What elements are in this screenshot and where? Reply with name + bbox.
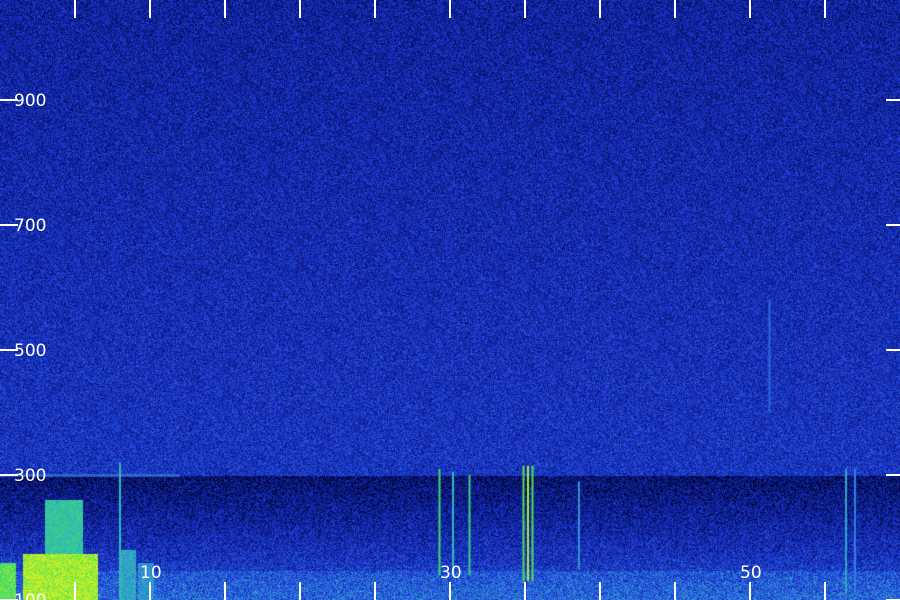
- x-tick-labels: 10 30 50: [140, 563, 762, 583]
- x-tick-label: 30: [440, 563, 462, 583]
- axis-overlay: 10 30 50 900 700 500 300 100: [0, 0, 900, 600]
- y-tick-label: 300: [14, 466, 46, 486]
- y-tick-label: 900: [14, 91, 46, 111]
- y-ticks-right: [886, 99, 900, 600]
- x-ticks-top: [74, 0, 826, 18]
- x-ticks-bottom: [74, 582, 826, 600]
- x-tick-label: 50: [740, 563, 762, 583]
- y-tick-labels: 900 700 500 300 100: [14, 91, 46, 600]
- y-tick-label: 500: [14, 341, 46, 361]
- y-tick-label: 700: [14, 216, 46, 236]
- x-tick-label: 10: [140, 563, 162, 583]
- y-tick-label: 100: [14, 591, 46, 600]
